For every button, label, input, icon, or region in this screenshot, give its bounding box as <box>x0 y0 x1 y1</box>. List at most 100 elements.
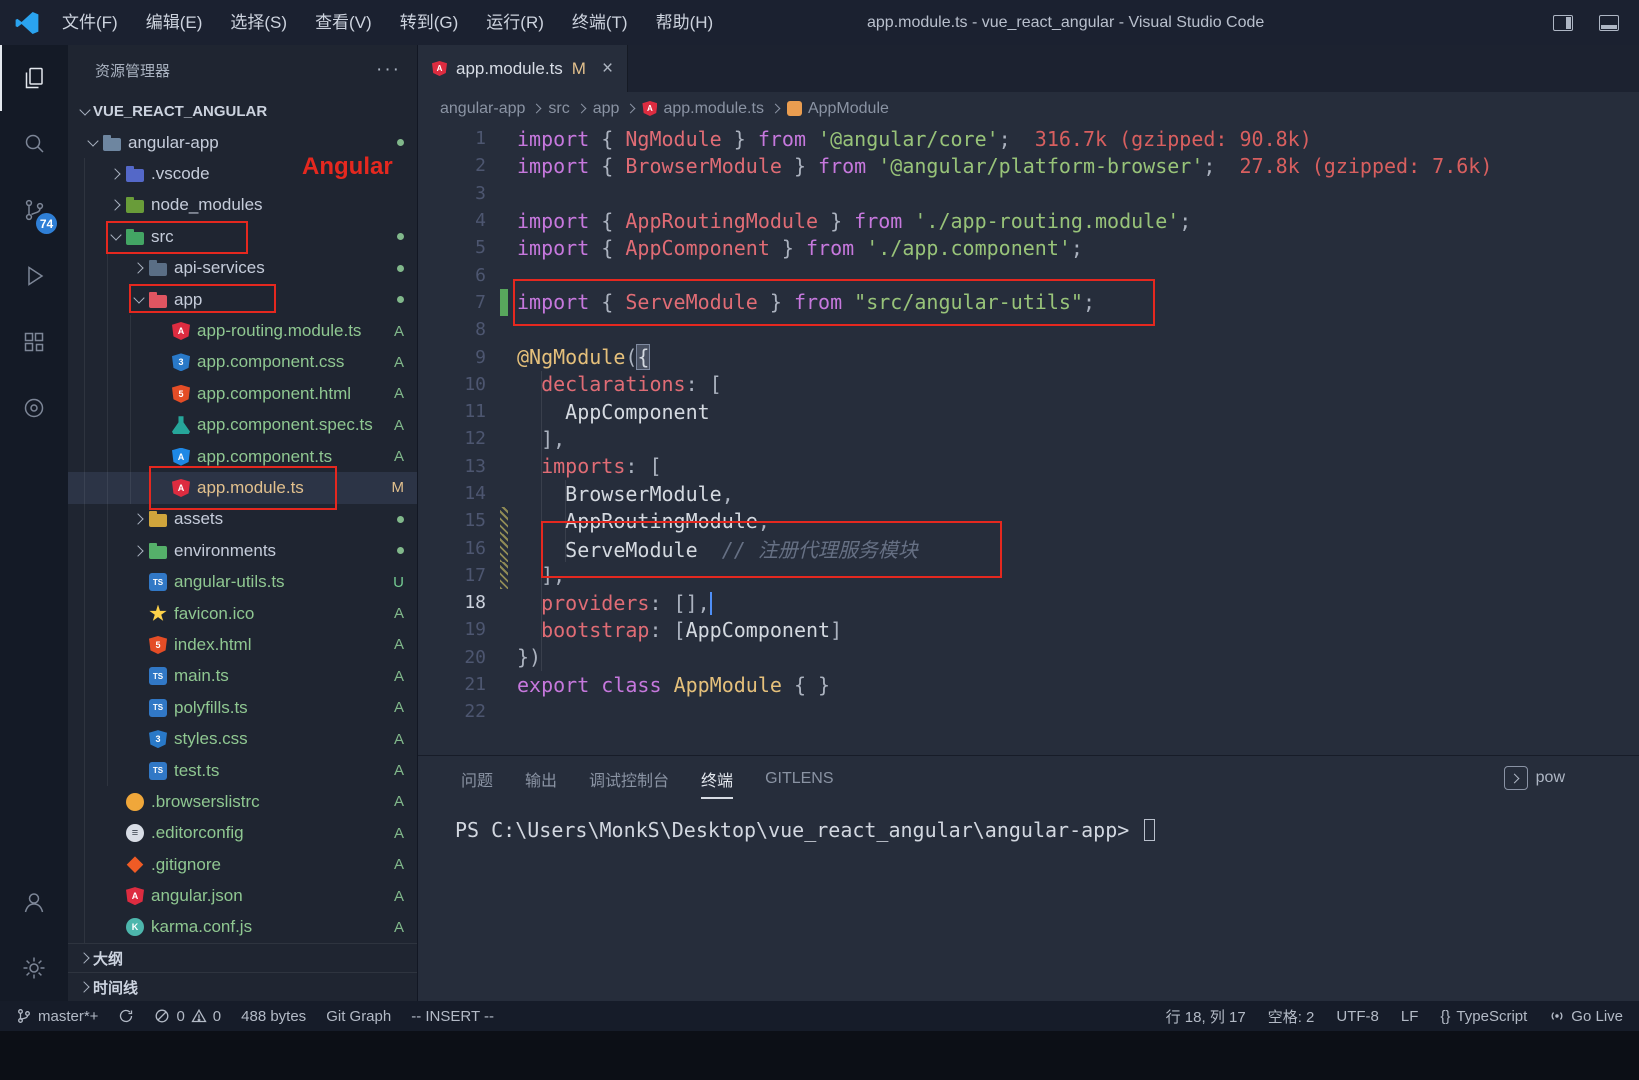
tree-indent-guide <box>130 410 153 441</box>
panel-tab-问题[interactable]: 问题 <box>461 767 493 791</box>
explorer-activity-button[interactable] <box>0 45 66 111</box>
folder-assets-icon <box>149 510 167 528</box>
warning-icon <box>191 1008 207 1024</box>
breadcrumb-separator-icon <box>575 102 588 115</box>
git-gutter <box>500 480 508 507</box>
tree-item-polyfills.ts[interactable]: polyfills.tsA <box>68 692 417 723</box>
tree-item-test.ts[interactable]: test.tsA <box>68 755 417 786</box>
outline-section[interactable]: 大纲 <box>68 943 417 972</box>
tree-item-app.component.spec.ts[interactable]: app.component.spec.tsA <box>68 410 417 441</box>
language-indicator[interactable]: {} TypeScript <box>1440 1008 1527 1025</box>
broadcast-icon <box>1549 1008 1565 1024</box>
tree-item-.gitignore[interactable]: .gitignoreA <box>68 849 417 880</box>
tree-item-angular.json[interactable]: angular.jsonA <box>68 880 417 911</box>
source-control-activity-button[interactable]: 74 <box>0 177 66 243</box>
tree-indent-guide <box>84 472 107 503</box>
menu-item[interactable]: 帮助(H) <box>642 0 728 45</box>
tree-indent-guide <box>84 566 107 597</box>
close-tab-button[interactable]: × <box>602 58 613 80</box>
vim-mode-indicator[interactable]: -- INSERT -- <box>411 1008 494 1025</box>
tree-indent-guide <box>107 755 130 786</box>
account-button[interactable] <box>0 869 66 935</box>
search-icon <box>21 131 47 157</box>
tree-item-decorations: A <box>394 385 417 402</box>
tree-item-app.module.ts[interactable]: app.module.tsM <box>68 472 417 503</box>
menu-item[interactable]: 运行(R) <box>472 0 558 45</box>
terminal[interactable]: PS C:\Users\MonkS\Desktop\vue_react_angu… <box>455 818 1155 842</box>
tree-item-angular-utils.ts[interactable]: angular-utils.tsU <box>68 566 417 597</box>
chevron-right-icon <box>107 170 124 178</box>
tree-item-assets[interactable]: assets <box>68 504 417 535</box>
tree-item-app.component.ts[interactable]: app.component.tsA <box>68 441 417 472</box>
tree-indent-guide <box>84 504 107 535</box>
tree-item-styles.css[interactable]: styles.cssA <box>68 723 417 754</box>
encoding-indicator[interactable]: UTF-8 <box>1336 1008 1379 1025</box>
extensions-activity-button[interactable] <box>0 309 66 375</box>
title-bar: 文件(F)编辑(E)选择(S)查看(V)转到(G)运行(R)终端(T)帮助(H)… <box>0 0 1639 45</box>
timeline-section[interactable]: 时间线 <box>68 972 417 1001</box>
go-live-button[interactable]: Go Live <box>1549 1008 1623 1025</box>
git-graph-button[interactable]: Git Graph <box>326 1008 391 1025</box>
menu-item[interactable]: 查看(V) <box>301 0 386 45</box>
run-debug-activity-button[interactable] <box>0 243 66 309</box>
symbol-class-icon <box>787 101 802 116</box>
problems-indicator[interactable]: 0 0 <box>154 1008 221 1025</box>
cursor-position-indicator[interactable]: 行 18, 列 17 <box>1166 1006 1246 1027</box>
terminal-profile-button[interactable]: pow <box>1504 766 1565 790</box>
tree-item-main.ts[interactable]: main.tsA <box>68 661 417 692</box>
layout-panel-toggle-icon[interactable] <box>1599 15 1619 31</box>
tree-item-decorations <box>397 233 417 240</box>
git-branch-indicator[interactable]: master*+ <box>16 1008 98 1025</box>
breadcrumb-AppModule[interactable]: AppModule <box>787 100 889 118</box>
tree-item-app-routing.module.ts[interactable]: app-routing.module.tsA <box>68 315 417 346</box>
tree-item-api-services[interactable]: api-services <box>68 253 417 284</box>
menu-item[interactable]: 文件(F) <box>48 0 132 45</box>
code-editor[interactable]: 1import { NgModule } from '@angular/core… <box>418 125 1639 755</box>
menu-item[interactable]: 转到(G) <box>386 0 473 45</box>
tree-item-.editorconfig[interactable]: .editorconfigA <box>68 818 417 849</box>
layout-sidebar-toggle-icon[interactable] <box>1553 15 1573 31</box>
file-name: test.ts <box>174 761 219 781</box>
tab-app-module-ts[interactable]: app.module.ts M × <box>418 45 628 92</box>
tree-item-angular-app[interactable]: angular-app <box>68 127 417 158</box>
tree-item-node_modules[interactable]: node_modules <box>68 190 417 221</box>
indentation-indicator[interactable]: 空格: 2 <box>1268 1006 1315 1027</box>
window-title: app.module.ts - vue_react_angular - Visu… <box>867 0 1264 45</box>
tree-item-environments[interactable]: environments <box>68 535 417 566</box>
breadcrumb-app.module.ts[interactable]: app.module.ts <box>642 100 764 118</box>
menu-item[interactable]: 选择(S) <box>216 0 301 45</box>
panel-tab-输出[interactable]: 输出 <box>525 767 557 791</box>
file-size-indicator[interactable]: 488 bytes <box>241 1008 306 1025</box>
git-changes-dot <box>397 516 404 523</box>
menu-item[interactable]: 编辑(E) <box>132 0 217 45</box>
breadcrumb-src[interactable]: src <box>548 100 569 118</box>
settings-button[interactable] <box>0 935 66 1001</box>
git-status-badge: A <box>394 323 404 340</box>
tree-item-.browserslistrc[interactable]: .browserslistrcA <box>68 786 417 817</box>
panel-tab-GITLENS[interactable]: GITLENS <box>765 770 833 788</box>
tree-indent-guide <box>107 723 130 754</box>
tree-item-app[interactable]: app <box>68 284 417 315</box>
browser-preview-activity-button[interactable] <box>0 375 66 441</box>
breadcrumb-separator-icon <box>769 102 782 115</box>
file-name: app.component.ts <box>197 447 332 467</box>
eol-indicator[interactable]: LF <box>1401 1008 1419 1025</box>
tree-item-favicon.ico[interactable]: favicon.icoA <box>68 598 417 629</box>
panel-tab-调试控制台[interactable]: 调试控制台 <box>589 767 669 791</box>
tree-item-karma.conf.js[interactable]: karma.conf.jsA <box>68 912 417 943</box>
more-actions-button[interactable]: ··· <box>376 59 401 81</box>
sync-button[interactable] <box>118 1008 134 1024</box>
menu-item[interactable]: 终端(T) <box>558 0 642 45</box>
search-activity-button[interactable] <box>0 111 66 177</box>
breadcrumb-app[interactable]: app <box>593 100 620 118</box>
ts-icon <box>149 573 167 591</box>
tree-item-.vscode[interactable]: .vscode <box>68 158 417 189</box>
workspace-root-header[interactable]: VUE_REACT_ANGULAR <box>68 95 417 127</box>
tree-item-app.component.html[interactable]: app.component.htmlA <box>68 378 417 409</box>
tree-item-index.html[interactable]: index.htmlA <box>68 629 417 660</box>
tree-item-src[interactable]: src <box>68 221 417 252</box>
code-line: 4import { AppRoutingModule } from './app… <box>418 207 1639 234</box>
breadcrumb-angular-app[interactable]: angular-app <box>440 100 525 118</box>
tree-item-app.component.css[interactable]: app.component.cssA <box>68 347 417 378</box>
panel-tab-终端[interactable]: 终端 <box>701 767 733 791</box>
